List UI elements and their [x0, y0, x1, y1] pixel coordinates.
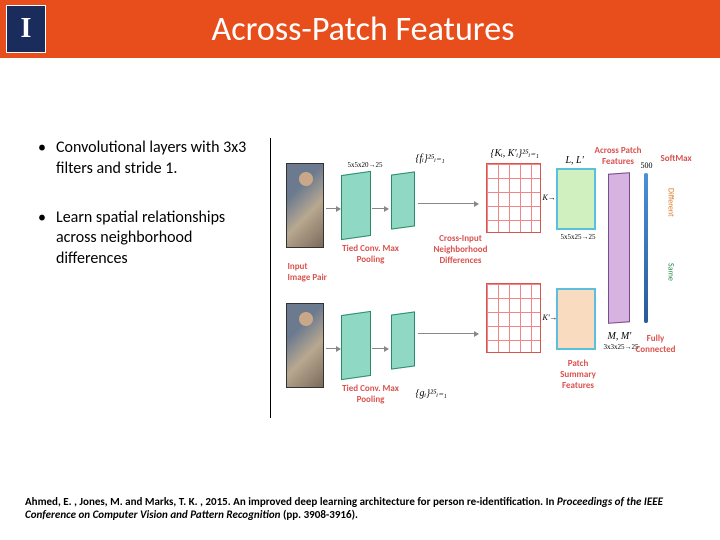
conv-spec: 5x5x20→25: [348, 161, 383, 169]
slide-title: Across-Patch Features: [46, 9, 680, 50]
arrow-icon: [326, 208, 340, 209]
input-label: Input Image Pair: [288, 261, 328, 283]
feature-map-label: {fᵢ}²⁵ᵢ₌₁: [416, 153, 445, 164]
arrow-icon: [372, 208, 388, 209]
arrow-icon: [372, 348, 388, 349]
output-same: Same: [666, 263, 676, 281]
output-different: Different: [666, 188, 676, 217]
fc-layer: [644, 173, 648, 323]
diff-map-label: {Kᵢ, K'ᵢ}²⁵ᵢ₌₁: [491, 148, 539, 159]
input-image-bottom: [286, 303, 324, 388]
softmax-block: SoftMax: [661, 153, 692, 164]
softmax-label: SoftMax: [661, 153, 692, 164]
arrow-icon: [326, 348, 340, 349]
architecture-diagram: Input Image Pair Tied Conv. Max Pooling …: [286, 133, 696, 423]
tied-conv-label: Tied Conv. Max Pooling: [336, 243, 406, 265]
bullet-marker: •: [38, 138, 46, 180]
conv-layer: [391, 171, 415, 229]
conv-layer: [391, 311, 415, 369]
bullet-column: • Convolutional layers with 3x3 filters …: [20, 138, 270, 418]
bullet-item: • Learn spatial relationships across nei…: [20, 208, 260, 270]
citation-pages: (pp. 3908-3916).: [280, 508, 357, 521]
across-patch-block: [608, 172, 630, 324]
diagram-column: Input Image Pair Tied Conv. Max Pooling …: [270, 138, 700, 418]
cross-input-label: Cross-Input Neighborhood Differences: [426, 233, 496, 266]
diff-grid: [486, 283, 541, 353]
tied-conv-label: Tied Conv. Max Pooling: [336, 383, 406, 405]
bullet-text: Convolutional layers with 3x3 filters an…: [56, 138, 260, 180]
conv-spec: 5x5x25→25: [561, 233, 596, 241]
output-label: L, L': [566, 155, 584, 166]
bullet-marker: •: [38, 208, 46, 270]
fully-connected-label: Fully Connected: [631, 333, 681, 355]
patch-summary-label: Patch Summary Features: [551, 358, 606, 391]
citation-authors: Ahmed, E. , Jones, M. and Marks, T. K. ,…: [25, 495, 557, 508]
input-image-top: [286, 163, 324, 248]
bullet-item: • Convolutional layers with 3x3 filters …: [20, 138, 260, 180]
citation: Ahmed, E. , Jones, M. and Marks, T. K. ,…: [25, 495, 695, 523]
output-label: M, M': [608, 331, 632, 342]
bullet-text: Learn spatial relationships across neigh…: [56, 208, 260, 270]
slide-header: I Across-Patch Features: [0, 0, 720, 58]
arrow-icon: [418, 333, 478, 334]
patch-summary-block: [556, 168, 596, 230]
feature-map-label: {gᵢ}²⁵ᵢ₌₁: [416, 388, 447, 399]
conv-layer: [341, 171, 371, 240]
across-patch-label: Across Patch Features: [591, 145, 646, 167]
dim-label: 500: [641, 161, 653, 170]
diff-grid: [486, 163, 541, 233]
person-icon: [286, 303, 324, 388]
patch-summary-block: [556, 288, 596, 350]
illinois-logo: I: [6, 5, 46, 53]
slide-content: • Convolutional layers with 3x3 filters …: [0, 58, 720, 438]
person-icon: [286, 163, 324, 248]
arrow-icon: [418, 203, 478, 204]
conv-layer: [341, 311, 371, 380]
